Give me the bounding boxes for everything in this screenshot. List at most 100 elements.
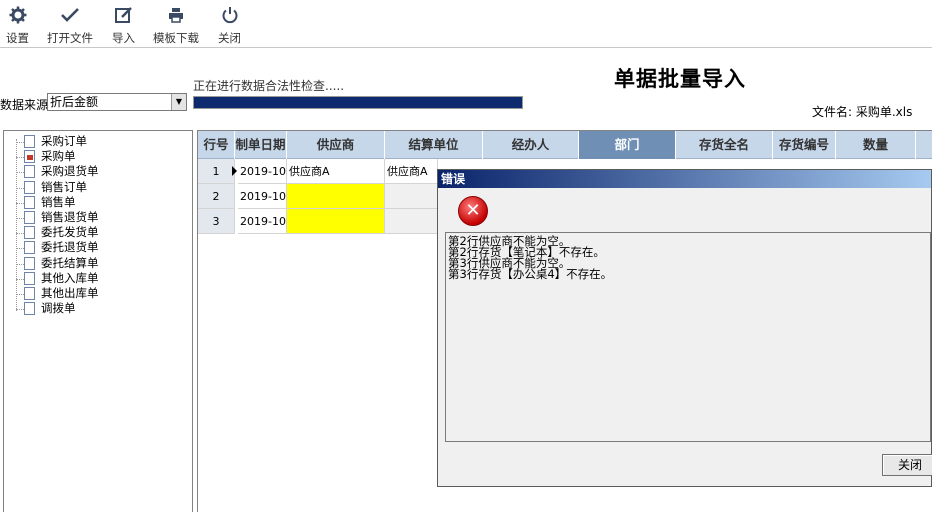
- document-icon: [24, 180, 35, 194]
- current-row-icon: [232, 166, 237, 176]
- column-header-item-name[interactable]: 存货全名: [676, 131, 773, 159]
- document-icon: [24, 241, 35, 255]
- tree-connector: [16, 218, 24, 219]
- column-header-handler[interactable]: 经办人: [483, 131, 579, 159]
- close-app-button[interactable]: 关闭: [218, 4, 241, 46]
- tree-item[interactable]: 其他出库单: [24, 286, 99, 301]
- cell-date[interactable]: 2019-10-: [238, 184, 287, 209]
- cell-supplier-error[interactable]: [287, 209, 385, 234]
- tree-item[interactable]: 委托发货单: [24, 225, 99, 240]
- error-message: 第3行存货【办公桌4】不存在。: [448, 267, 613, 281]
- cell-supplier[interactable]: 供应商A: [287, 159, 385, 184]
- tree-item[interactable]: 采购订单: [24, 134, 87, 149]
- template-download-label: 模板下载: [153, 31, 199, 45]
- import-label: 导入: [112, 31, 135, 45]
- tree-item[interactable]: 委托结算单: [24, 256, 99, 271]
- chevron-down-icon[interactable]: ▼: [171, 94, 186, 110]
- dialog-title: 错误: [438, 170, 931, 188]
- template-download-button[interactable]: 模板下载: [153, 4, 199, 46]
- tree-item-label: 销售订单: [41, 179, 87, 194]
- progress-fill: [194, 97, 522, 108]
- tree-connector: [16, 142, 24, 143]
- open-file-button[interactable]: 打开文件: [47, 4, 93, 46]
- row-number: 2: [198, 184, 235, 209]
- dialog-close-button[interactable]: 关闭: [882, 454, 932, 476]
- tree-item-label: 销售退货单: [41, 210, 99, 224]
- tree-item-label: 采购退货单: [41, 164, 99, 179]
- row-number: 3: [198, 209, 235, 234]
- edit-icon: [113, 4, 135, 26]
- tree-connector: [16, 172, 24, 174]
- document-icon: [24, 195, 35, 209]
- document-icon: [24, 256, 35, 270]
- cell-settle-unit[interactable]: [385, 184, 438, 209]
- progress-bar: [193, 96, 523, 109]
- tree-item-label: 调拨单: [41, 301, 76, 316]
- power-icon: [219, 4, 241, 26]
- tree-connector: [16, 157, 24, 159]
- cell-settle-unit[interactable]: 供应商A: [385, 159, 438, 184]
- tree-connector: [16, 139, 17, 311]
- tree-item[interactable]: 销售退货单: [24, 210, 99, 225]
- error-message-box[interactable]: 第2行供应商不能为空。 第2行存货【笔记本】不存在。 第3行供应商不能为空。 第…: [445, 232, 931, 442]
- tree-item-label: 委托结算单: [41, 255, 99, 270]
- column-header-department[interactable]: 部门: [579, 131, 676, 159]
- cell-supplier-error[interactable]: [287, 184, 385, 209]
- tree-item[interactable]: 其他入库单: [24, 271, 99, 286]
- tree-item[interactable]: 调拨单: [24, 301, 76, 316]
- column-header-supplier[interactable]: 供应商: [287, 131, 385, 159]
- settings-label: 设置: [6, 31, 29, 45]
- tree-connector: [16, 202, 24, 204]
- cell-settle-unit[interactable]: [385, 209, 438, 234]
- file-name-label: 文件名: 采购单.xls: [812, 105, 913, 119]
- document-icon: [24, 226, 35, 240]
- error-icon: ✕: [458, 196, 488, 226]
- settings-button[interactable]: 设置: [6, 4, 29, 46]
- tree-item-label: 委托退货单: [41, 240, 99, 255]
- tree-item[interactable]: 销售单: [24, 195, 76, 210]
- page-title: 单据批量导入: [614, 67, 746, 91]
- tree-connector: [16, 263, 24, 265]
- check-icon: [59, 4, 81, 26]
- column-header-quantity[interactable]: 数量: [836, 131, 916, 159]
- data-source-value: 折后金额: [50, 95, 99, 109]
- data-source-select[interactable]: 折后金额 ▼: [47, 93, 187, 111]
- toolbar: 设置 打开文件 导入 模板下载 关闭: [0, 0, 932, 48]
- document-icon: [24, 135, 35, 148]
- tree-item-label: 其他出库单: [41, 286, 99, 300]
- tree-item-label: 委托发货单: [41, 225, 99, 240]
- tree-connector: [16, 278, 24, 280]
- document-type-tree: 采购订单 采购单 采购退货单 销售订单 销售单 销售退货单 委托发货单 委托退货单 委托结算单其…: [3, 130, 193, 512]
- tree-item-label: 其他入库单: [41, 270, 99, 285]
- document-icon: [24, 271, 35, 285]
- row-number: 1: [198, 159, 235, 184]
- column-header-settle-unit[interactable]: 结算单位: [385, 131, 483, 159]
- column-header-date[interactable]: 制单日期: [235, 131, 287, 159]
- document-icon: [24, 211, 35, 224]
- document-icon: [24, 302, 35, 316]
- tree-item[interactable]: 销售订单: [24, 180, 87, 195]
- column-header-row-no[interactable]: 行号: [198, 131, 235, 159]
- tree-connector: [16, 248, 24, 250]
- data-source-label: 数据来源: [0, 98, 49, 112]
- tree-item[interactable]: 委托退货单: [24, 240, 99, 255]
- gear-icon: [7, 4, 29, 26]
- import-button[interactable]: 导入: [112, 4, 135, 46]
- document-icon: [24, 287, 35, 300]
- document-icon: [24, 165, 35, 179]
- cell-date[interactable]: 2019-10-: [238, 159, 287, 184]
- tree-item[interactable]: 采购退货单: [24, 164, 99, 179]
- cell-date[interactable]: 2019-10-: [238, 209, 287, 234]
- tree-connector: [16, 309, 24, 311]
- tree-connector: [16, 233, 24, 235]
- tree-item[interactable]: 采购单: [24, 149, 76, 164]
- close-app-label: 关闭: [218, 31, 241, 45]
- tree-item-label: 采购单: [41, 149, 76, 164]
- tree-connector: [16, 187, 24, 189]
- column-header-item-code[interactable]: 存货编号: [773, 131, 836, 159]
- printer-icon: [165, 4, 187, 26]
- tree-connector: [16, 294, 24, 295]
- grid-header: 行号 制单日期 供应商 结算单位 经办人 部门 存货全名 存货编号 数量: [198, 131, 932, 159]
- error-dialog: 错误 ✕ 第2行供应商不能为空。 第2行存货【笔记本】不存在。 第3行供应商不能…: [437, 169, 932, 487]
- tree-item-label: 采购订单: [41, 134, 87, 148]
